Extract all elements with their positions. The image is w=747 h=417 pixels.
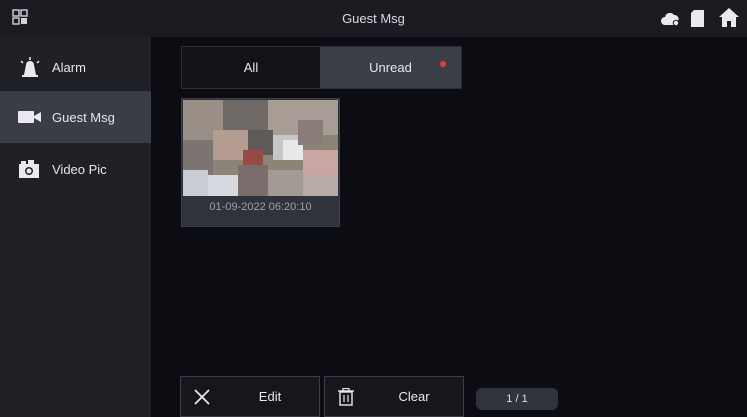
sidebar-item-label: Alarm xyxy=(52,59,86,75)
top-bar: Guest Msg xyxy=(0,0,747,37)
tab-all[interactable]: All xyxy=(182,47,320,88)
sidebar: Alarm Guest Msg Video Pic xyxy=(0,37,151,417)
clear-button[interactable]: Clear xyxy=(324,376,464,417)
sidebar-item-alarm[interactable]: Alarm xyxy=(0,41,151,93)
tab-bar: All Unread xyxy=(181,46,462,89)
camera-icon xyxy=(19,160,39,178)
clear-label: Clear xyxy=(398,389,430,404)
close-icon xyxy=(194,389,210,405)
edit-button[interactable]: Edit xyxy=(180,376,320,417)
trash-icon xyxy=(338,388,354,406)
home-icon[interactable] xyxy=(719,8,739,27)
unread-indicator-dot xyxy=(440,61,446,67)
message-snapshot-image xyxy=(183,100,338,196)
sidebar-item-video-pic[interactable]: Video Pic xyxy=(0,143,151,195)
tab-unread[interactable]: Unread xyxy=(320,47,461,88)
edit-label: Edit xyxy=(258,389,282,404)
message-timestamp: 01-09-2022 06:20:10 xyxy=(209,201,312,213)
video-camera-icon xyxy=(18,111,41,123)
message-thumbnail-card[interactable]: 01-09-2022 06:20:10 xyxy=(181,98,340,227)
sidebar-item-label: Guest Msg xyxy=(52,109,115,125)
cloud-icon xyxy=(661,12,680,27)
sidebar-item-label: Video Pic xyxy=(52,161,107,177)
page-title: Guest Msg xyxy=(342,11,405,26)
page-indicator: 1 / 1 xyxy=(476,388,558,410)
main-panel xyxy=(151,37,747,417)
sd-card-icon xyxy=(691,10,704,27)
alarm-siren-icon xyxy=(20,57,40,77)
sidebar-item-guest-msg[interactable]: Guest Msg xyxy=(0,91,151,143)
